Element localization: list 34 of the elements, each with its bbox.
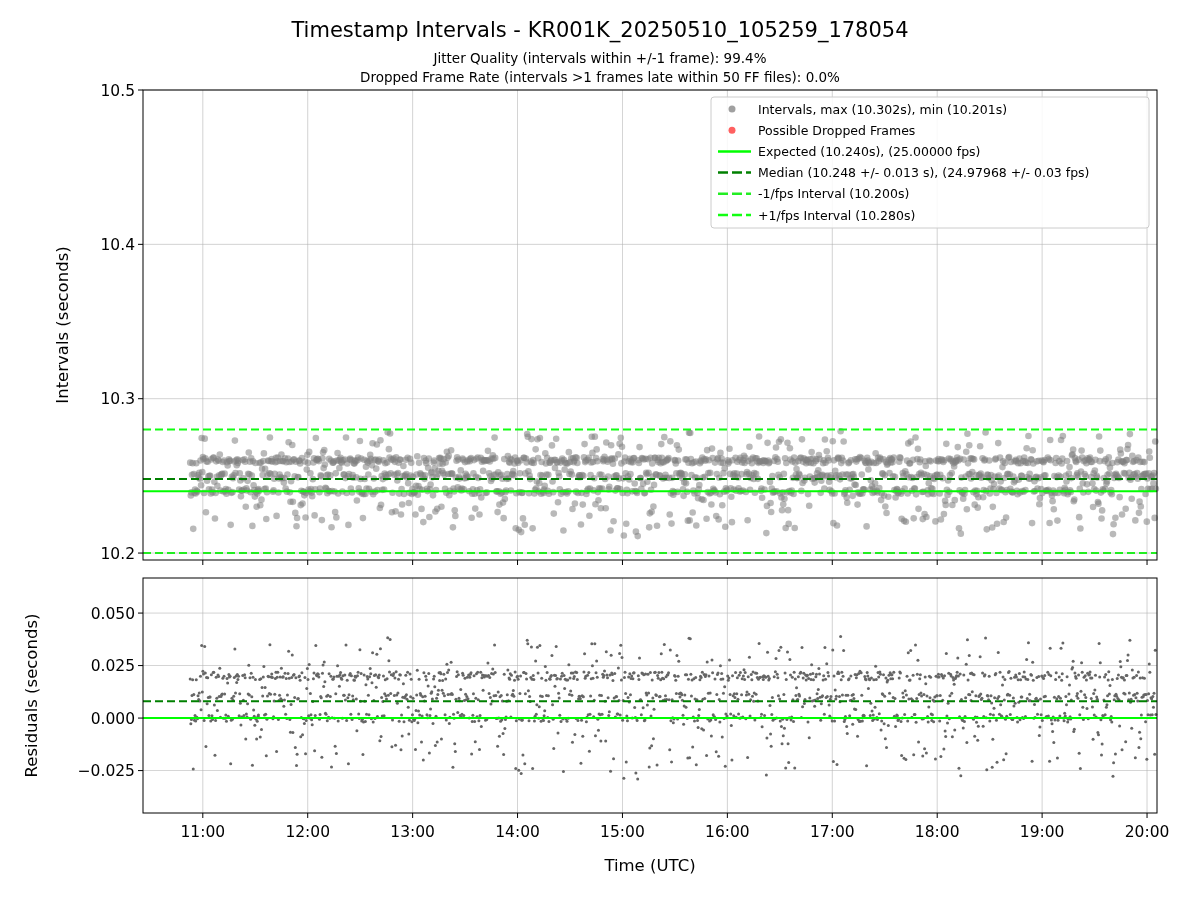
tick-label: 15:00	[600, 823, 645, 841]
tick-label: 10.3	[100, 390, 135, 409]
axis-label: Time (UTC)	[604, 856, 696, 875]
tick-label: 20:00	[1124, 823, 1170, 841]
tick-label: 0.025	[90, 657, 135, 676]
tick-label: 10.5	[100, 81, 135, 100]
tick-label: 18:00	[914, 823, 960, 841]
legend-label: Intervals, max (10.302s), min (10.201s)	[758, 101, 1008, 117]
legend-label: -1/fps Interval (10.200s)	[758, 186, 910, 202]
legend-label: +1/fps Interval (10.280s)	[758, 207, 916, 223]
tick-label: 16:00	[705, 823, 750, 841]
axis-label: Residuals (seconds)	[22, 613, 41, 778]
legend-line-icon	[718, 150, 751, 153]
tick-label: 10.4	[100, 235, 135, 254]
legend-label: Expected (10.240s), (25.00000 fps)	[758, 143, 981, 159]
chart-title: Timestamp Intervals - KR001K_20250510_105259_178054	[291, 18, 909, 42]
axis-label: Intervals (seconds)	[53, 246, 72, 404]
tick-label: 12:00	[285, 823, 331, 841]
tick-label: 0.000	[90, 709, 135, 728]
legend-line-icon	[718, 171, 751, 174]
legend-label: Median (10.248 +/- 0.013 s), (24.97968 +/- 0.03 fps)	[758, 165, 1090, 181]
chart-subtitle: Dropped Frame Rate (intervals >1 frames late within 50 FF files): 0.0%	[360, 69, 840, 85]
legend-line-icon	[718, 192, 751, 196]
chart-subtitle: Jitter Quality (intervals within +/-1 frame): 99.4%	[433, 50, 767, 66]
tick-label: 0.050	[90, 604, 135, 623]
tick-label: −0.025	[77, 762, 135, 781]
tick-label: 10.2	[100, 544, 135, 563]
tick-label: 17:00	[809, 823, 855, 841]
legend-label: Possible Dropped Frames	[758, 122, 916, 138]
legend-line-icon	[718, 213, 751, 217]
tick-label: 13:00	[390, 823, 435, 841]
tick-label: 19:00	[1019, 823, 1065, 841]
tick-label: 11:00	[180, 823, 226, 841]
tick-label: 14:00	[495, 823, 540, 841]
